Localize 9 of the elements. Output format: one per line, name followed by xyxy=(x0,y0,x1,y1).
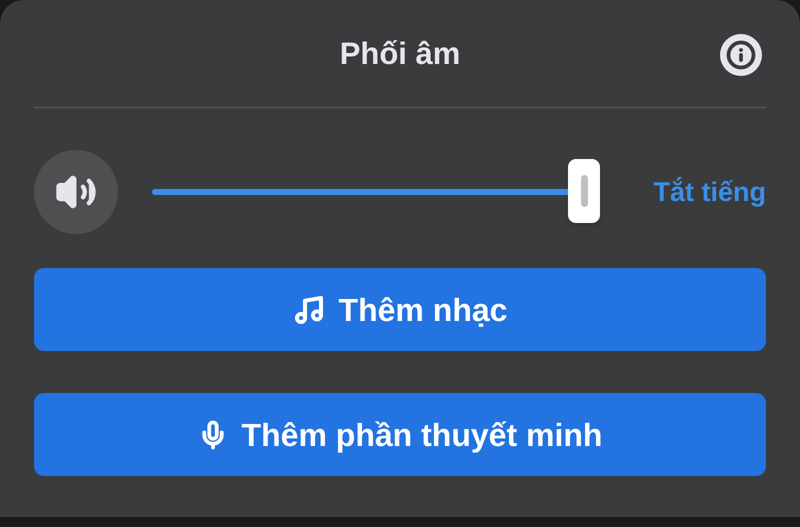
mute-link[interactable]: Tắt tiếng xyxy=(654,172,766,212)
info-button[interactable] xyxy=(720,34,762,76)
panel-title: Phối âm xyxy=(340,35,460,74)
add-voiceover-button[interactable]: Thêm phần thuyết minh xyxy=(34,393,766,476)
add-music-button[interactable]: Thêm nhạc xyxy=(34,268,766,351)
slider-thumb[interactable] xyxy=(568,159,600,223)
volume-slider[interactable] xyxy=(152,159,602,225)
info-icon xyxy=(726,40,756,70)
music-note-icon xyxy=(292,294,325,326)
